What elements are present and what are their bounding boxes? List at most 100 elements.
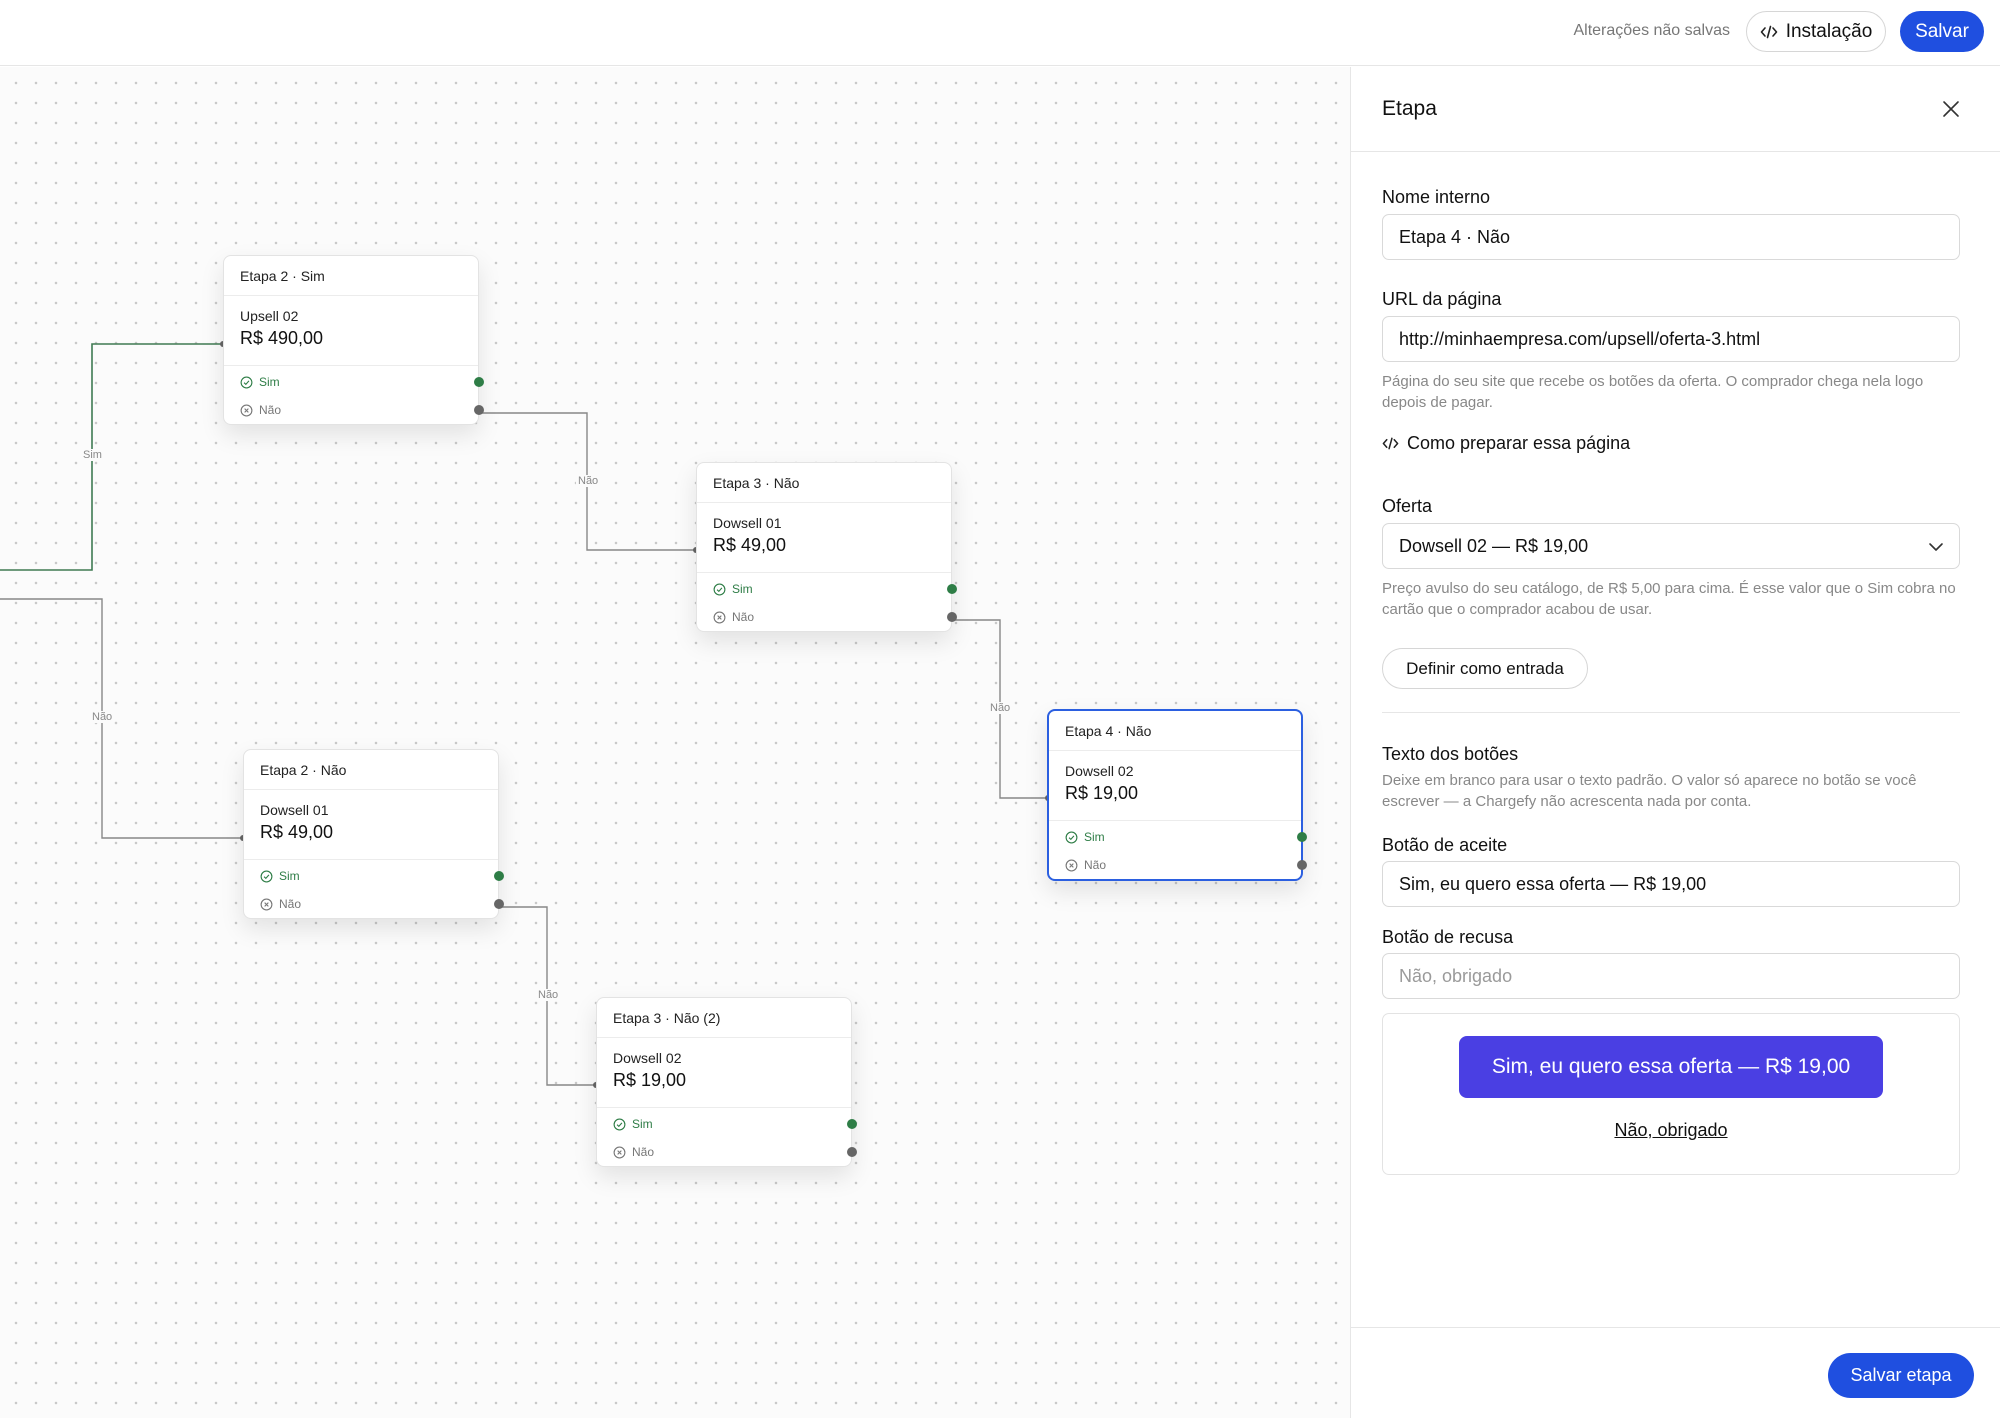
output-port-yes[interactable] xyxy=(1297,832,1307,842)
node-body: Dowsell 02 R$ 19,00 xyxy=(1049,751,1301,821)
x-circle-icon xyxy=(260,898,273,910)
node-output-yes-label: Sim xyxy=(1084,830,1105,844)
node-price: R$ 19,00 xyxy=(613,1070,687,1090)
flow-node[interactable]: Etapa 2 · Sim Upsell 02 R$ 490,00 Sim Nã… xyxy=(223,255,484,425)
save-step-button[interactable]: Salvar etapa xyxy=(1828,1353,1974,1398)
wire-entry-no xyxy=(0,598,243,839)
accept-button-label: Botão de aceite xyxy=(1382,835,1508,855)
node-title: Etapa 2 · Sim xyxy=(224,256,478,296)
node-body: Dowsell 02 R$ 19,00 xyxy=(597,1038,851,1108)
node-output-yes-label: Sim xyxy=(732,582,753,596)
offer-select[interactable]: Dowsell 02 — R$ 19,00 xyxy=(1382,523,1960,569)
preview-accept-button[interactable]: Sim, eu quero essa oferta — R$ 19,00 xyxy=(1459,1036,1883,1098)
page-url-label: URL da página xyxy=(1382,289,1502,309)
node-price: R$ 490,00 xyxy=(240,328,324,348)
node-body: Dowsell 01 R$ 49,00 xyxy=(697,503,951,573)
output-port-no[interactable] xyxy=(947,612,957,622)
node-product-name: Dowsell 01 xyxy=(260,802,329,818)
flow-canvas[interactable]: Sim Não Não Não Não Etapa 2 · Sim Upsell… xyxy=(0,67,1350,1418)
node-output-no: Não xyxy=(597,1138,857,1166)
close-icon xyxy=(1943,101,1959,117)
internal-name-label: Nome interno xyxy=(1382,187,1491,207)
x-circle-icon xyxy=(1065,859,1078,871)
offer-label: Oferta xyxy=(1382,496,1433,516)
node-output-yes-label: Sim xyxy=(632,1117,653,1131)
node-output-yes-label: Sim xyxy=(259,375,280,389)
wire-label-no: Não xyxy=(576,475,601,487)
output-port-yes[interactable] xyxy=(494,871,504,881)
wire-label-no: Não xyxy=(988,702,1013,714)
x-circle-icon xyxy=(613,1146,626,1158)
x-circle-icon xyxy=(713,611,726,623)
decline-button-input[interactable]: Não, obrigado xyxy=(1382,953,1960,999)
top-bar: Alterações não salvas Instalação Salvar xyxy=(0,0,2000,66)
node-output-yes: Sim xyxy=(1049,823,1307,851)
node-product-name: Dowsell 02 xyxy=(1065,763,1134,779)
flow-node[interactable]: Etapa 3 · Não (2) Dowsell 02 R$ 19,00 Si… xyxy=(596,997,857,1167)
flow-node-selected[interactable]: Etapa 4 · Não Dowsell 02 R$ 19,00 Sim Nã… xyxy=(1047,709,1307,881)
output-port-no[interactable] xyxy=(474,405,484,415)
node-price: R$ 19,00 xyxy=(1065,783,1139,803)
flow-node[interactable]: Etapa 3 · Não Dowsell 01 R$ 49,00 Sim Nã… xyxy=(696,462,957,632)
panel-header: Etapa xyxy=(1351,67,2000,152)
panel-footer: Salvar etapa xyxy=(1351,1327,2000,1418)
node-title: Etapa 3 · Não xyxy=(697,463,951,503)
node-body: Dowsell 01 R$ 49,00 xyxy=(244,790,498,860)
flow-node[interactable]: Etapa 2 · Não Dowsell 01 R$ 49,00 Sim Nã… xyxy=(243,749,504,919)
output-port-no[interactable] xyxy=(1297,860,1307,870)
button-texts-help: Deixe em branco para usar o texto padrão… xyxy=(1382,772,1917,810)
set-as-entry-button[interactable]: Definir como entrada xyxy=(1382,648,1588,689)
node-price: R$ 49,00 xyxy=(260,822,334,842)
node-product-name: Dowsell 02 xyxy=(613,1050,682,1066)
wire-label-no: Não xyxy=(90,711,115,723)
node-output-no: Não xyxy=(244,890,504,918)
install-button-label: Instalação xyxy=(1785,20,1873,42)
node-output-yes: Sim xyxy=(224,368,484,396)
chevron-down-icon xyxy=(1929,543,1943,551)
accept-button-input[interactable]: Sim, eu quero essa oferta — R$ 19,00 xyxy=(1382,861,1960,907)
preview-decline-link[interactable]: Não, obrigado xyxy=(1383,1120,1959,1141)
section-divider xyxy=(1382,712,1960,713)
internal-name-input[interactable]: Etapa 4 · Não xyxy=(1382,214,1960,260)
page-url-input[interactable]: http://minhaempresa.com/upsell/oferta-3.… xyxy=(1382,316,1960,362)
node-price: R$ 49,00 xyxy=(713,535,787,555)
node-output-no: Não xyxy=(224,396,484,424)
check-circle-icon xyxy=(713,583,726,595)
node-output-yes: Sim xyxy=(597,1110,857,1138)
node-output-no-label: Não xyxy=(732,610,755,624)
node-title: Etapa 3 · Não (2) xyxy=(597,998,851,1038)
prepare-page-link[interactable]: Como preparar essa página xyxy=(1382,433,1630,454)
node-title: Etapa 4 · Não xyxy=(1049,711,1301,751)
prepare-page-link-label: Como preparar essa página xyxy=(1407,433,1631,453)
node-output-no-label: Não xyxy=(632,1145,655,1159)
save-button[interactable]: Salvar xyxy=(1900,11,1984,52)
step-editor-panel: Etapa Nome interno Etapa 4 · Não URL da … xyxy=(1350,67,2000,1418)
check-circle-icon xyxy=(240,376,253,388)
node-body: Upsell 02 R$ 490,00 xyxy=(224,296,478,366)
button-texts-title: Texto dos botões xyxy=(1382,744,1519,764)
node-product-name: Upsell 02 xyxy=(240,308,299,324)
close-panel-button[interactable] xyxy=(1939,97,1963,121)
offer-help: Preço avulso do seu catálogo, de R$ 5,00… xyxy=(1382,580,1956,618)
buttons-preview: Sim, eu quero essa oferta — R$ 19,00 Não… xyxy=(1382,1013,1960,1175)
output-port-no[interactable] xyxy=(494,899,504,909)
page-url-help: Página do seu site que recebe os botões … xyxy=(1382,373,1924,411)
node-output-no-label: Não xyxy=(259,403,282,417)
output-port-yes[interactable] xyxy=(847,1119,857,1129)
wire-label-no: Não xyxy=(536,989,561,1001)
check-circle-icon xyxy=(260,870,273,882)
install-button[interactable]: Instalação xyxy=(1746,11,1886,52)
output-port-yes[interactable] xyxy=(474,377,484,387)
node-output-no-label: Não xyxy=(279,897,302,911)
x-circle-icon xyxy=(240,404,253,416)
output-port-no[interactable] xyxy=(847,1147,857,1157)
node-title: Etapa 2 · Não xyxy=(244,750,498,790)
output-port-yes[interactable] xyxy=(947,584,957,594)
code-icon xyxy=(1760,25,1777,38)
node-product-name: Dowsell 01 xyxy=(713,515,782,531)
panel-title: Etapa xyxy=(1382,97,1437,120)
wire-entry-yes xyxy=(0,343,223,571)
node-output-no: Não xyxy=(1049,851,1307,879)
wire-label-yes: Sim xyxy=(81,449,104,461)
offer-select-value: Dowsell 02 — R$ 19,00 xyxy=(1399,535,1589,556)
